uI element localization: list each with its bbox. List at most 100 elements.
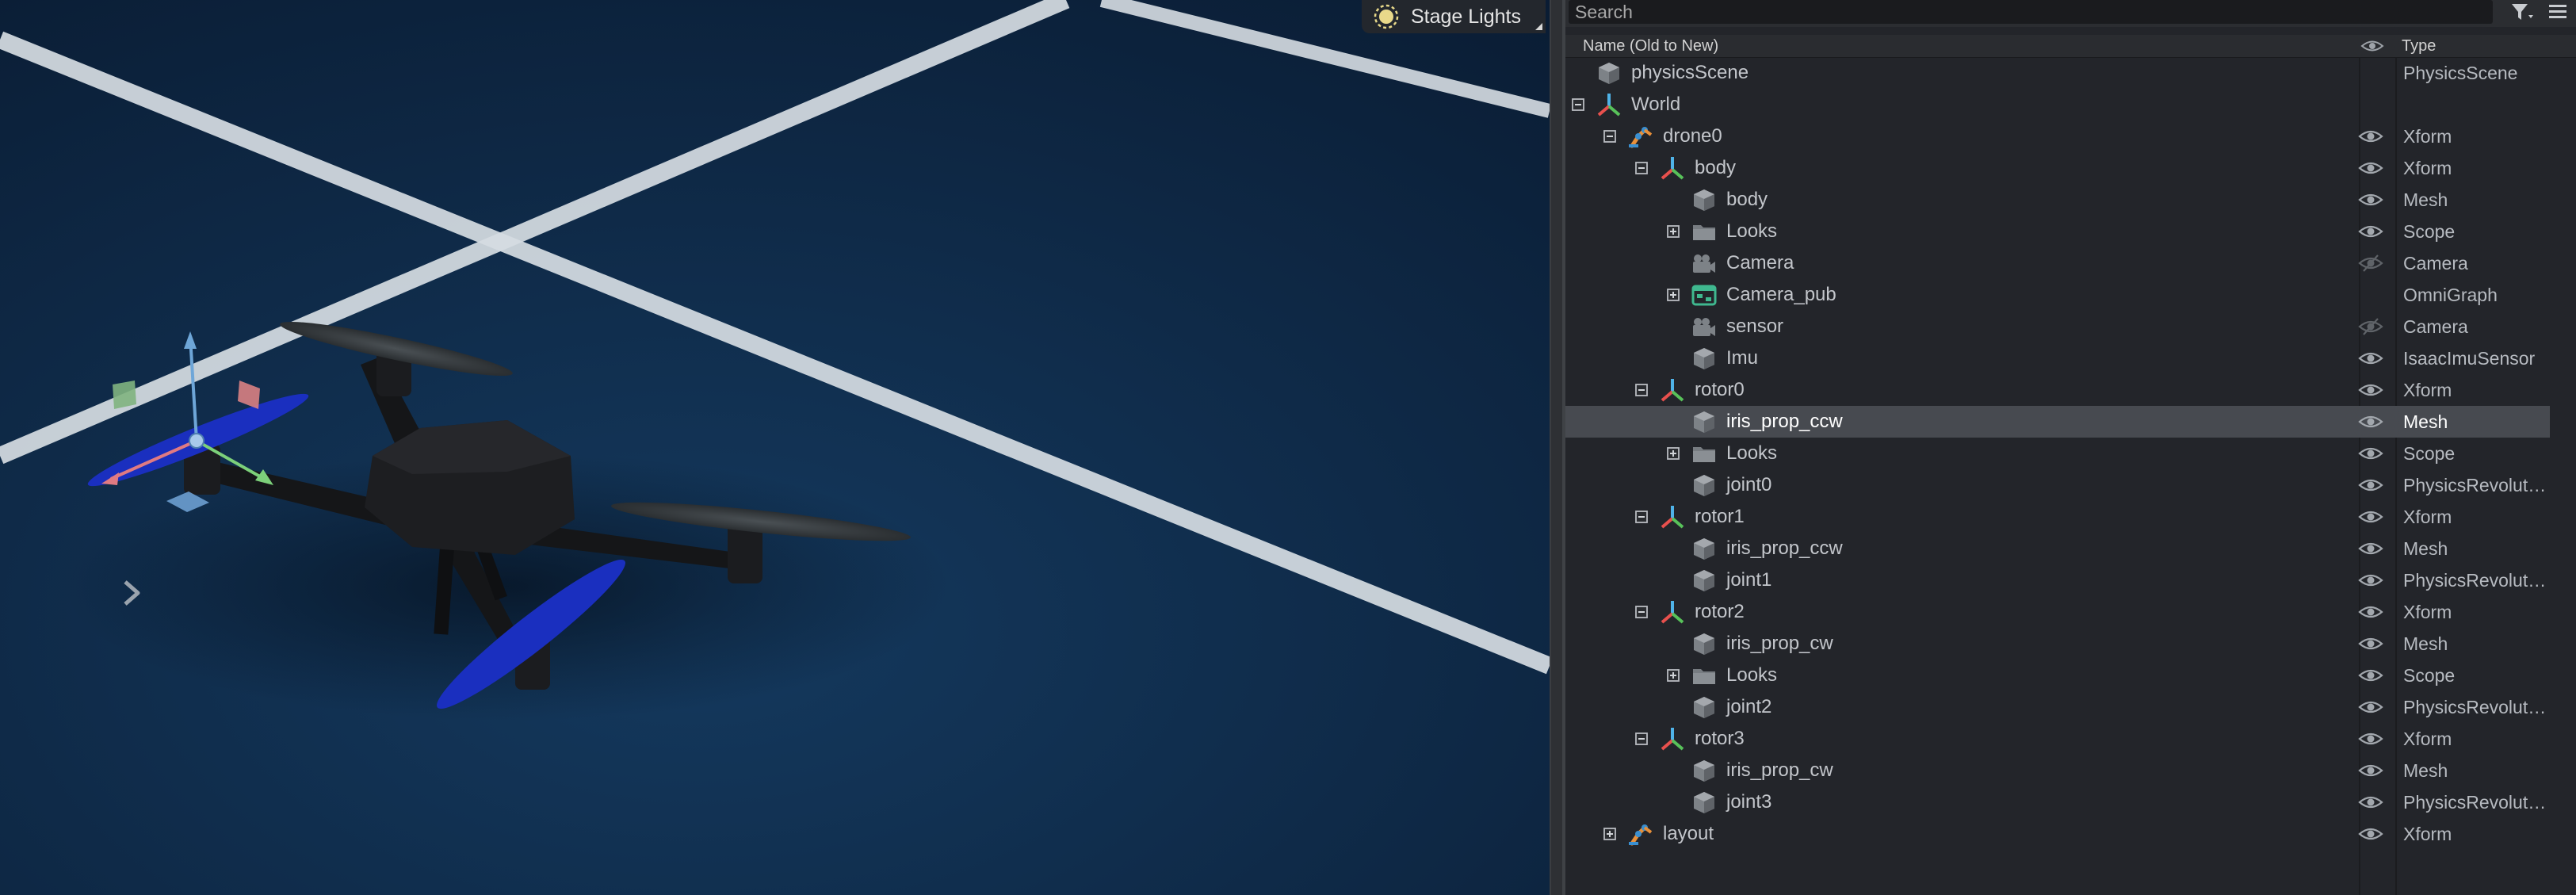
tree-row[interactable]: Looks Scope [1565, 216, 2550, 247]
tree-row[interactable]: rotor3 Xform [1565, 723, 2550, 755]
tree-row[interactable]: rotor1 Xform [1565, 501, 2550, 533]
eye-icon[interactable] [2357, 222, 2384, 241]
expand-icon[interactable] [1667, 669, 1680, 682]
tree-row-name: Imu [1726, 347, 1759, 369]
eye-icon[interactable] [2357, 476, 2384, 495]
xform-axes-icon [1596, 92, 1622, 117]
eye-icon[interactable] [2357, 824, 2384, 843]
tree-row[interactable]: iris_prop_cw Mesh [1565, 755, 2550, 786]
tree-row-name: Looks [1726, 442, 1778, 464]
folder-icon [1691, 441, 1718, 466]
collapse-icon[interactable] [1635, 606, 1648, 618]
xform-axes-icon [1659, 155, 1686, 181]
tree-row[interactable]: Looks Scope [1565, 660, 2550, 691]
tree-row-name: drone0 [1663, 125, 1722, 147]
collapse-icon[interactable] [1635, 384, 1648, 396]
eye-icon[interactable] [2357, 539, 2384, 558]
tree-row[interactable]: joint2 PhysicsRevolute… [1565, 691, 2550, 723]
collapse-icon[interactable] [1572, 98, 1584, 111]
tree-row-type: Scope [2403, 665, 2456, 686]
cube-icon [1691, 790, 1718, 815]
menu-icon[interactable] [2542, 0, 2572, 24]
tree-row[interactable]: Imu IsaacImuSensor [1565, 342, 2550, 374]
tree-row-type: PhysicsRevolute… [2403, 570, 2550, 591]
collapse-icon[interactable] [1635, 732, 1648, 745]
eye-icon[interactable] [2360, 37, 2384, 55]
tree-row-type: Camera [2403, 253, 2468, 273]
panel-splitter[interactable] [1550, 0, 1565, 895]
tree-row[interactable]: iris_prop_ccw Mesh [1565, 533, 2550, 564]
tree-row[interactable]: layout Xform [1565, 818, 2550, 850]
tree-row[interactable]: iris_prop_cw Mesh [1565, 628, 2550, 660]
eye-icon[interactable] [2357, 507, 2384, 526]
column-header-type[interactable]: Type [2402, 37, 2436, 55]
column-header-name[interactable]: Name (Old to New) [1583, 37, 1718, 55]
eye-icon[interactable] [2357, 190, 2384, 209]
eye-icon[interactable] [2357, 127, 2384, 146]
tree-row[interactable]: World [1565, 89, 2550, 120]
eye-icon[interactable] [2357, 793, 2384, 812]
tree-row[interactable]: Camera_pub OmniGraph [1565, 279, 2550, 311]
collapse-icon[interactable] [1635, 162, 1648, 174]
stage-panel: Name (Old to New) Type physicsScene Physi… [1565, 0, 2576, 895]
xform-axes-icon [1659, 726, 1686, 752]
eye-hidden-icon[interactable] [2357, 317, 2384, 336]
eye-icon[interactable] [2357, 698, 2384, 717]
tree-row[interactable]: joint3 PhysicsRevolute… [1565, 786, 2550, 818]
collapse-icon[interactable] [1603, 130, 1616, 143]
folder-icon [1691, 663, 1718, 688]
viewport-scene[interactable] [0, 0, 1550, 895]
cube-icon [1691, 694, 1718, 720]
tree-row-type: Xform [2403, 602, 2452, 622]
tree-row[interactable]: drone0 Xform [1565, 120, 2550, 152]
tree-row-type: Mesh [2403, 760, 2448, 781]
camera-icon [1691, 251, 1718, 276]
tree-row-type: Xform [2403, 380, 2452, 400]
tree-row[interactable]: physicsScene PhysicsScene [1565, 57, 2550, 89]
tree-row[interactable]: Looks Scope [1565, 438, 2550, 469]
tree-row-type: PhysicsRevolute… [2403, 697, 2550, 717]
cube-icon [1691, 536, 1718, 561]
tree-row[interactable]: Camera Camera [1565, 247, 2550, 279]
xform-axes-icon [1659, 599, 1686, 625]
eye-icon[interactable] [2357, 159, 2384, 178]
eye-icon[interactable] [2357, 571, 2384, 590]
robot-arm-icon [1627, 124, 1654, 149]
expand-icon[interactable] [1667, 225, 1680, 238]
expand-icon[interactable] [1667, 447, 1680, 460]
eye-icon[interactable] [2357, 444, 2384, 463]
tree-row[interactable]: rotor0 Xform [1565, 374, 2550, 406]
eye-icon[interactable] [2357, 602, 2384, 622]
tree-header: Name (Old to New) Type [1565, 35, 2576, 58]
stage-lights-button[interactable]: Stage Lights [1362, 0, 1546, 33]
tree-row[interactable]: joint1 PhysicsRevolute… [1565, 564, 2550, 596]
tree-row-name: iris_prop_cw [1726, 633, 1833, 654]
tree-row-type: Scope [2403, 221, 2456, 242]
eye-icon[interactable] [2357, 666, 2384, 685]
eye-icon[interactable] [2357, 381, 2384, 400]
eye-icon[interactable] [2357, 761, 2384, 780]
sun-icon [1374, 4, 1399, 29]
tree-row-name: Looks [1726, 664, 1778, 686]
collapse-icon[interactable] [1635, 511, 1648, 523]
tree-row[interactable]: joint0 PhysicsRevolute… [1565, 469, 2550, 501]
eye-icon[interactable] [2357, 412, 2384, 431]
tree-row[interactable]: iris_prop_ccw Mesh [1565, 406, 2550, 438]
eye-icon[interactable] [2357, 634, 2384, 653]
expand-icon[interactable] [1667, 289, 1680, 301]
eye-icon[interactable] [2357, 729, 2384, 748]
tree-row[interactable]: sensor Camera [1565, 311, 2550, 342]
filter-icon[interactable] [2507, 0, 2537, 24]
eye-hidden-icon[interactable] [2357, 254, 2384, 273]
tree-row[interactable]: body Mesh [1565, 184, 2550, 216]
tree-row-type: PhysicsRevolute… [2403, 792, 2550, 813]
tree-row[interactable]: rotor2 Xform [1565, 596, 2550, 628]
chevron-right-icon[interactable] [117, 577, 146, 609]
expand-icon[interactable] [1603, 828, 1616, 840]
eye-icon[interactable] [2357, 349, 2384, 368]
search-input[interactable] [1569, 0, 2493, 24]
tree-row[interactable]: body Xform [1565, 152, 2550, 184]
viewport[interactable]: Stage Lights [0, 0, 1550, 895]
tree-row-type: Xform [2403, 729, 2452, 749]
tree-row-type: Xform [2403, 158, 2452, 178]
